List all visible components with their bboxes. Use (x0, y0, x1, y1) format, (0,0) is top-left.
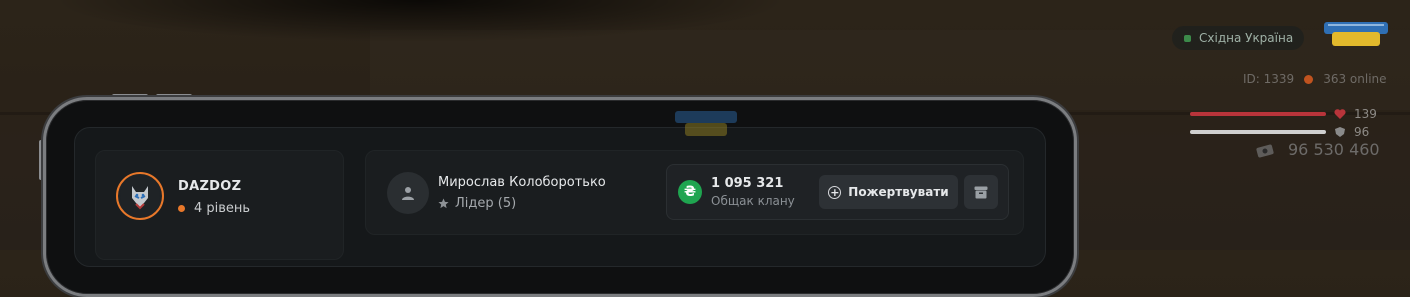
leader-role-label: Лідер (5) (455, 196, 517, 211)
player-nickname: DAZDOZ (178, 179, 242, 194)
player-level: 4 рівень (178, 201, 250, 216)
cash-icon (1256, 144, 1274, 157)
hryvnia-icon: ₴ (678, 180, 702, 204)
health-stat: 139 (1190, 107, 1377, 121)
server-info: ID: 1339 363 online (1243, 72, 1387, 86)
region-badge: Східна Україна (1172, 26, 1304, 50)
history-button[interactable] (964, 175, 998, 209)
plus-circle-icon: + (828, 185, 842, 199)
avatar[interactable] (116, 172, 164, 220)
online-count: 363 online (1323, 72, 1387, 86)
health-value: 139 (1354, 107, 1377, 121)
online-icon (1304, 74, 1314, 84)
treasury-label: Общак клану (711, 194, 795, 208)
donate-button-label: Пожертвувати (848, 185, 949, 199)
wolf-avatar-icon (120, 176, 160, 216)
server-id: ID: 1339 (1243, 72, 1295, 86)
armor-value: 96 (1354, 125, 1370, 139)
leader-name: Мирослав Колоборотько (438, 175, 606, 190)
user-icon (402, 187, 414, 200)
donate-button[interactable]: + Пожертвувати (819, 175, 958, 209)
archive-icon (974, 186, 988, 198)
treasury-amount: 1 095 321 (711, 176, 784, 191)
region-label: Східна Україна (1199, 31, 1294, 45)
level-dot-icon (178, 205, 185, 212)
game-logo (1324, 22, 1388, 46)
armor-stat: 96 (1190, 125, 1369, 139)
region-flag-icon (1184, 34, 1191, 42)
player-level-label: 4 рівень (194, 201, 251, 216)
leader-avatar[interactable] (387, 172, 429, 214)
shield-icon (1335, 127, 1345, 137)
money-value: 96 530 460 (1288, 140, 1380, 159)
money-display: 96 530 460 (1256, 140, 1380, 159)
heart-icon (1334, 109, 1346, 119)
watermark-logo (675, 111, 737, 136)
health-bar (1190, 112, 1326, 116)
star-icon (438, 198, 449, 209)
armor-bar (1190, 130, 1326, 134)
leader-role: Лідер (5) (438, 196, 516, 211)
